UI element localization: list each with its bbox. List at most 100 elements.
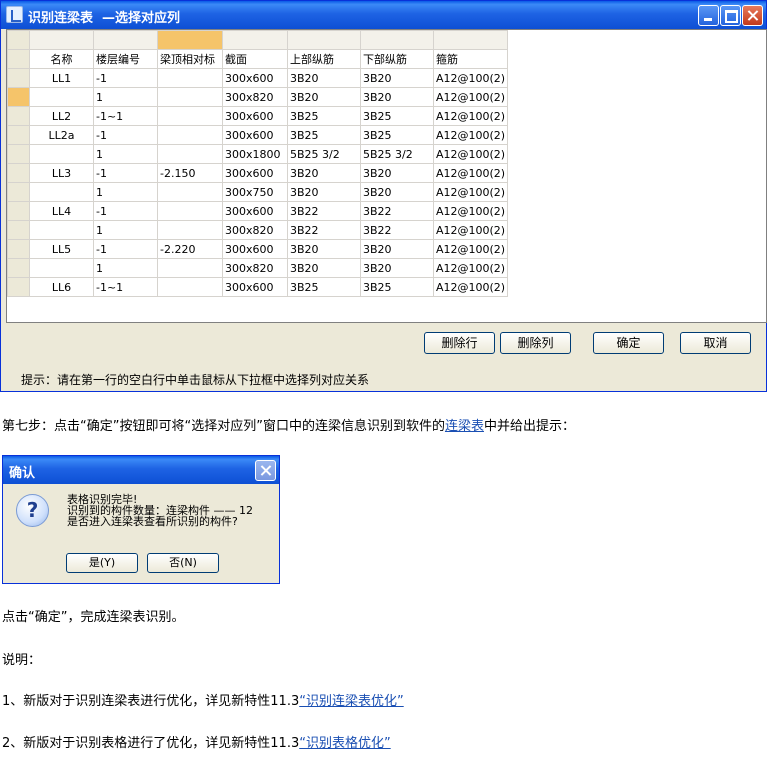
table-cell[interactable]: 300x600 xyxy=(222,68,288,88)
table-cell[interactable] xyxy=(157,201,223,221)
row-header[interactable] xyxy=(7,144,30,164)
table-cell[interactable]: 300x820 xyxy=(222,258,288,278)
table-cell[interactable]: -2.220 xyxy=(157,239,223,259)
dialog-close-icon[interactable] xyxy=(255,460,276,481)
table-cell[interactable]: 300x600 xyxy=(222,125,288,145)
table-cell[interactable]: 300x820 xyxy=(222,220,288,240)
row-header[interactable] xyxy=(7,201,30,221)
table-cell[interactable]: 300x600 xyxy=(222,239,288,259)
table-cell[interactable]: 3B20 xyxy=(360,182,434,202)
table-cell[interactable]: A12@100(2) xyxy=(432,182,509,202)
table-cell[interactable] xyxy=(157,258,223,278)
column-select-cell[interactable] xyxy=(222,30,288,50)
header-cell[interactable]: 箍筋 xyxy=(432,49,509,69)
delete-column-button[interactable]: 删除列 xyxy=(500,332,571,354)
column-select-cell[interactable] xyxy=(287,30,361,50)
table-cell[interactable]: LL2a xyxy=(29,125,94,145)
delete-row-button[interactable]: 删除行 xyxy=(424,332,495,354)
row-header[interactable] xyxy=(7,182,30,202)
header-cell[interactable]: 下部纵筋 xyxy=(360,49,434,69)
table-cell[interactable]: A12@100(2) xyxy=(432,163,509,183)
table-cell[interactable]: 3B22 xyxy=(287,201,361,221)
row-header[interactable] xyxy=(7,87,30,107)
row-header[interactable] xyxy=(7,163,30,183)
cancel-button[interactable]: 取消 xyxy=(680,332,751,354)
table-cell[interactable]: A12@100(2) xyxy=(432,87,509,107)
table-cell[interactable]: 3B22 xyxy=(360,220,434,240)
table-cell[interactable]: 3B25 xyxy=(360,277,434,297)
table-cell[interactable]: 3B22 xyxy=(287,220,361,240)
table-cell[interactable]: 3B20 xyxy=(287,182,361,202)
table-cell[interactable]: LL1 xyxy=(29,68,94,88)
table-cell[interactable]: -1 xyxy=(93,201,158,221)
table-cell[interactable]: A12@100(2) xyxy=(432,220,509,240)
table-cell[interactable] xyxy=(157,68,223,88)
table-cell[interactable]: 3B20 xyxy=(360,163,434,183)
table-cell[interactable]: LL4 xyxy=(29,201,94,221)
table-cell[interactable]: 3B20 xyxy=(287,258,361,278)
header-cell[interactable]: 上部纵筋 xyxy=(287,49,361,69)
table-cell[interactable]: 3B20 xyxy=(360,87,434,107)
table-cell[interactable]: A12@100(2) xyxy=(432,201,509,221)
row-header[interactable] xyxy=(7,239,30,259)
dialog-titlebar[interactable]: 确认 xyxy=(3,456,279,484)
table-cell[interactable]: 3B25 xyxy=(287,277,361,297)
note-2-link[interactable]: “识别表格优化” xyxy=(299,736,390,751)
table-cell[interactable] xyxy=(157,125,223,145)
minimize-icon[interactable] xyxy=(698,5,719,26)
table-cell[interactable]: A12@100(2) xyxy=(432,258,509,278)
coupling-beam-table-link[interactable]: 连梁表 xyxy=(445,419,484,434)
table-cell[interactable]: 300x1800 xyxy=(222,144,288,164)
table-cell[interactable]: 1 xyxy=(93,87,158,107)
table-cell[interactable] xyxy=(157,144,223,164)
table-cell[interactable]: LL3 xyxy=(29,163,94,183)
table-cell[interactable]: 3B20 xyxy=(287,239,361,259)
table-cell[interactable]: -1~1 xyxy=(93,277,158,297)
header-cell[interactable]: 楼层编号 xyxy=(93,49,158,69)
table-cell[interactable]: -1 xyxy=(93,163,158,183)
table-cell[interactable]: A12@100(2) xyxy=(432,125,509,145)
table-cell[interactable]: 300x600 xyxy=(222,277,288,297)
table-cell[interactable]: 1 xyxy=(93,144,158,164)
table-cell[interactable]: 300x600 xyxy=(222,106,288,126)
table-cell[interactable] xyxy=(157,277,223,297)
table-cell[interactable]: 3B22 xyxy=(360,201,434,221)
table-cell[interactable]: 300x750 xyxy=(222,182,288,202)
row-header[interactable] xyxy=(7,277,30,297)
column-select-cell[interactable] xyxy=(432,30,509,50)
column-select-cell[interactable] xyxy=(29,30,94,50)
table-cell[interactable]: A12@100(2) xyxy=(432,106,509,126)
table-cell[interactable]: -1 xyxy=(93,239,158,259)
table-cell[interactable]: -2.150 xyxy=(157,163,223,183)
table-cell[interactable]: LL5 xyxy=(29,239,94,259)
table-cell[interactable]: 3B20 xyxy=(360,239,434,259)
window-titlebar[interactable]: 识别连梁表 —选择对应列 xyxy=(1,1,766,29)
table-cell[interactable]: 3B20 xyxy=(287,87,361,107)
row-header[interactable] xyxy=(7,125,30,145)
table-cell[interactable] xyxy=(157,106,223,126)
close-icon[interactable] xyxy=(742,5,763,26)
table-cell[interactable]: 3B25 xyxy=(287,106,361,126)
row-header[interactable] xyxy=(7,258,30,278)
table-cell[interactable]: 300x600 xyxy=(222,201,288,221)
header-cell[interactable]: 名称 xyxy=(29,49,94,69)
table-cell[interactable] xyxy=(29,220,94,240)
table-cell[interactable]: 3B20 xyxy=(287,163,361,183)
table-cell[interactable]: 3B20 xyxy=(360,68,434,88)
table-cell[interactable]: -1 xyxy=(93,125,158,145)
row-header[interactable] xyxy=(7,106,30,126)
table-cell[interactable]: LL6 xyxy=(29,277,94,297)
table-cell[interactable]: -1 xyxy=(93,68,158,88)
note-1-link[interactable]: “识别连梁表优化” xyxy=(299,694,403,709)
table-cell[interactable] xyxy=(157,182,223,202)
table-cell[interactable]: A12@100(2) xyxy=(432,68,509,88)
table-cell[interactable]: 3B25 xyxy=(360,106,434,126)
table-cell[interactable] xyxy=(29,182,94,202)
table-cell[interactable] xyxy=(29,87,94,107)
table-cell[interactable]: 3B20 xyxy=(360,258,434,278)
ok-button[interactable]: 确定 xyxy=(593,332,664,354)
column-select-cell[interactable] xyxy=(157,30,223,50)
table-cell[interactable]: A12@100(2) xyxy=(432,239,509,259)
table-cell[interactable]: 300x600 xyxy=(222,163,288,183)
column-select-cell[interactable] xyxy=(93,30,158,50)
